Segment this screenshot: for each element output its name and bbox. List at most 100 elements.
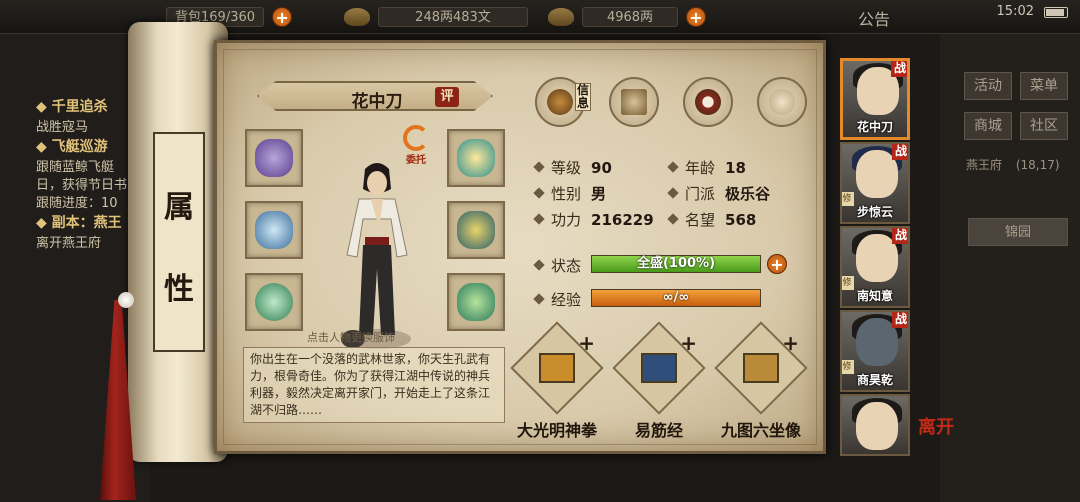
tab-scroll[interactable] xyxy=(609,77,659,127)
quest-title[interactable]: ◆ 飞艇巡游 xyxy=(36,136,108,156)
quest-desc: 跟随蓝鲸飞艇 xyxy=(36,160,115,175)
equip-slot-weapon[interactable] xyxy=(447,273,505,331)
stat-fame: 名望 568 xyxy=(667,209,756,230)
menu-button[interactable]: 菜单 xyxy=(1020,72,1068,100)
bag-add-button[interactable]: + xyxy=(272,7,293,27)
jade-weapon-icon xyxy=(457,283,495,321)
ingot-icon xyxy=(548,8,574,26)
roster-card[interactable]: 战 修 南知意 xyxy=(840,226,910,308)
stat-level: 等级 90 xyxy=(533,157,612,178)
roster-card[interactable]: 战 修 步惊云 xyxy=(840,142,910,224)
side-menu-panel: 活动 菜单 商城 社区 燕王府 (18,17) 锦园 xyxy=(940,34,1080,502)
body-armor-icon xyxy=(457,211,495,249)
stat-age: 年龄 18 xyxy=(667,157,746,178)
title-char: 性 xyxy=(164,272,194,307)
portrait xyxy=(856,402,898,450)
roster-name: 花中刀 xyxy=(856,120,893,134)
character-panel: 花中刀 评 委托 点击人物更换服饰 你出生在一个没落的武林世家，你天生孔武有力，… xyxy=(214,40,826,454)
quest-title[interactable]: ◆ 千里追杀 xyxy=(36,96,108,116)
hat-icon xyxy=(547,89,573,115)
outfit-change-hint: 点击人物更换服饰 xyxy=(307,331,395,344)
tab-info-label: 信息 xyxy=(575,83,591,111)
equip-slot-shoulder[interactable] xyxy=(245,129,303,187)
tassel-bead xyxy=(118,292,134,308)
skill-add-icon[interactable]: + xyxy=(578,331,595,355)
quest-desc: 离开燕王府 xyxy=(36,236,102,251)
quest-desc: 战胜寇马 xyxy=(36,120,89,135)
copper-amount: 248两483文 xyxy=(378,7,528,27)
character-name: 花中刀 xyxy=(351,92,403,112)
location-name: 燕王府 xyxy=(966,158,1003,172)
skill-slot[interactable]: + 大光明神拳 xyxy=(510,321,604,441)
equip-slot-ring[interactable] xyxy=(245,273,303,331)
armor-icon xyxy=(255,139,293,177)
stat-gender: 性别男 xyxy=(533,183,606,204)
roster-name: 步惊云 xyxy=(856,205,893,219)
tab-meridian[interactable] xyxy=(757,77,807,127)
copper-currency: 248两483文 xyxy=(344,6,528,28)
roster-card[interactable]: 战 修 商昊乾 xyxy=(840,310,910,392)
shop-button[interactable]: 商城 xyxy=(964,112,1012,140)
exp-bar: ∞/∞ xyxy=(591,289,761,307)
activity-button[interactable]: 活动 xyxy=(964,72,1012,100)
silver-amount: 4968两 xyxy=(582,7,678,27)
battle-badge: 战 xyxy=(891,61,907,77)
amulet-icon xyxy=(255,211,293,249)
skill-slot[interactable]: + 九图六坐像 xyxy=(714,321,808,441)
battle-badge: 战 xyxy=(892,228,908,244)
body-meridian-icon xyxy=(769,89,795,115)
tab-info[interactable]: 信息 xyxy=(535,77,591,127)
roster-card[interactable] xyxy=(840,394,910,456)
stat-status-label: 状态 xyxy=(533,255,581,276)
destination-button[interactable]: 锦园 xyxy=(968,218,1068,246)
status-bar-text: 全盛(100%) xyxy=(636,256,716,271)
ring-icon xyxy=(255,283,293,321)
skill-add-icon[interactable]: + xyxy=(680,331,697,355)
quest-title[interactable]: ◆ 副本：燕王 xyxy=(36,212,122,232)
roster-name: 南知意 xyxy=(856,289,893,303)
skill-add-icon[interactable]: + xyxy=(782,331,799,355)
party-roster: 战 花中刀 战 修 步惊云 战 修 南知意 战 修 商昊乾 xyxy=(834,50,914,502)
attributes-title-plate: 属 性 xyxy=(153,132,205,352)
equip-slot-body[interactable] xyxy=(447,201,505,259)
announcement-button[interactable]: 公告 xyxy=(858,6,890,30)
stat-power: 功力 216229 xyxy=(533,209,654,230)
tab-bagua[interactable] xyxy=(683,77,733,127)
status-bar: 全盛(100%) xyxy=(591,255,761,273)
community-button[interactable]: 社区 xyxy=(1020,112,1068,140)
rate-button[interactable]: 评 xyxy=(435,87,459,107)
quest-progress: 跟随进度：10 xyxy=(36,196,118,211)
restore-status-button[interactable]: + xyxy=(767,254,787,274)
title-char: 属 xyxy=(164,190,194,225)
skill-book-icon xyxy=(539,353,575,383)
silver-add-button[interactable]: + xyxy=(686,7,706,27)
skill-name: 易筋经 xyxy=(634,421,683,440)
skill-book-icon xyxy=(743,353,779,383)
skill-name: 大光明神拳 xyxy=(516,421,597,440)
quest-desc: 日，获得节日书 xyxy=(36,178,128,193)
character-bio: 你出生在一个没落的武林世家，你天生孔武有力，根骨奇佳。你为了获得江湖中传说的神兵… xyxy=(243,347,505,423)
battle-badge: 战 xyxy=(892,144,908,160)
coin-icon xyxy=(344,8,370,26)
equip-slot-amulet[interactable] xyxy=(245,201,303,259)
battery-icon xyxy=(1044,7,1068,18)
leave-button[interactable]: 离开 xyxy=(918,418,958,438)
skill-slot[interactable]: + 易筋经 xyxy=(612,321,706,441)
info-tabs: 信息 xyxy=(535,77,815,131)
exp-bar-text: ∞/∞ xyxy=(662,290,690,305)
system-time: 15:02 xyxy=(996,4,1034,19)
roster-card[interactable]: 战 花中刀 xyxy=(840,58,910,140)
equip-slot-helm[interactable] xyxy=(447,129,505,187)
scroll-icon xyxy=(621,89,647,115)
skill-name: 九图六坐像 xyxy=(720,421,801,440)
roster-name: 商昊乾 xyxy=(856,373,893,387)
scroll-rod: 属 性 xyxy=(128,22,228,462)
skill-book-icon xyxy=(641,353,677,383)
stat-exp-label: 经验 xyxy=(533,289,581,310)
stat-sect: 门派 极乐谷 xyxy=(667,183,770,204)
bagua-icon xyxy=(695,89,721,115)
helmet-icon xyxy=(457,139,495,177)
location-label: 燕王府 (18,17) xyxy=(966,156,1060,173)
battle-badge: 战 xyxy=(892,312,908,328)
location-coords: (18,17) xyxy=(1015,158,1060,172)
